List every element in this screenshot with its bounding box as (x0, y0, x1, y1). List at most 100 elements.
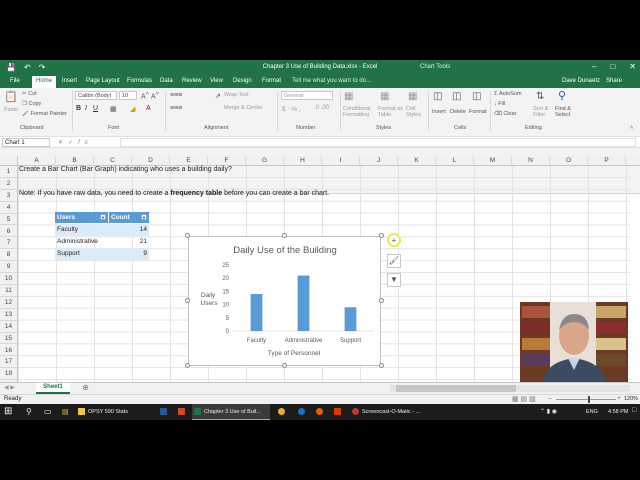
select-all-button[interactable] (0, 156, 18, 166)
table-header-users[interactable]: Users ▼ (55, 212, 108, 223)
row-header[interactable]: 5 (0, 214, 17, 226)
cell-styles-icon[interactable]: ▦ (408, 91, 417, 102)
column-header[interactable]: P (588, 157, 626, 164)
row-header[interactable]: 11 (0, 285, 17, 297)
column-header[interactable]: N (512, 157, 550, 164)
minimize-icon[interactable]: – (592, 62, 596, 71)
row-header[interactable]: 2 (0, 178, 17, 190)
format-as-table-button[interactable]: Format as Table (378, 106, 404, 118)
zoom-in-icon[interactable]: + (617, 395, 621, 402)
insert-cells-button[interactable]: Insert (432, 109, 446, 115)
taskbar-screencast[interactable]: Screencast-O-Matic - ... (350, 404, 428, 420)
conditional-formatting-icon[interactable]: ▦ (344, 91, 353, 102)
clear-button[interactable]: ⌫ Clear (494, 111, 516, 117)
chart-styles-button[interactable]: 🖌 (387, 254, 401, 268)
table-cell-user[interactable]: Faculty (55, 224, 108, 236)
user-name[interactable]: Dave Dunaetz (562, 78, 600, 84)
chrome-icon[interactable] (278, 408, 285, 415)
search-icon[interactable]: ⚲ (26, 407, 32, 416)
paste-button[interactable]: Paste (4, 107, 18, 113)
zoom-slider[interactable] (556, 396, 616, 403)
chart-filters-button[interactable]: ▼ (387, 273, 401, 287)
resize-handle[interactable] (379, 298, 384, 303)
language-indicator[interactable]: ENG (586, 409, 598, 415)
sheet-tab-sheet1[interactable]: Sheet1 (36, 383, 70, 394)
row-header[interactable]: 10 (0, 273, 17, 285)
row-header[interactable]: 14 (0, 321, 17, 333)
resize-handle[interactable] (282, 363, 287, 368)
cell-a1[interactable]: Create a Bar Chart (Bar Graph) indicatin… (19, 166, 232, 173)
y-axis-title[interactable]: Daily Users (201, 292, 219, 307)
tab-home[interactable]: Home (32, 76, 57, 88)
currency-icon[interactable]: $ ⋅ % , (282, 105, 301, 113)
file-explorer-icon[interactable]: ▤ (62, 408, 69, 416)
taskbar-folder[interactable]: OPSY 590 Stats (76, 404, 154, 420)
row-header[interactable]: 15 (0, 333, 17, 345)
row-header[interactable]: 1 (0, 166, 17, 178)
paste-icon[interactable]: 📋 (4, 90, 18, 103)
cell-styles-button[interactable]: Cell Styles (406, 106, 426, 118)
tab-formulas[interactable]: Formulas (127, 78, 152, 84)
shrink-font-button[interactable]: A˅ (151, 91, 159, 100)
zoom-out-icon[interactable]: – (548, 395, 552, 402)
row-header[interactable]: 13 (0, 309, 17, 321)
bar[interactable] (297, 275, 310, 331)
view-buttons[interactable]: ▦ ▤ ▧ (512, 395, 536, 403)
font-size-select[interactable]: 10 (119, 91, 137, 100)
row-header[interactable]: 9 (0, 261, 17, 274)
horizontal-scrollbar[interactable] (390, 385, 630, 392)
cancel-icon[interactable]: ✕ (58, 140, 68, 146)
cell-a3[interactable]: Note: If you have raw data, you need to … (19, 190, 329, 197)
align-top-icon[interactable]: ≡≡≡ (170, 92, 182, 99)
close-icon[interactable]: ✕ (629, 62, 636, 71)
formula-input[interactable] (120, 138, 636, 147)
delete-cells-button[interactable]: Delete (450, 109, 466, 115)
table-cell-user[interactable]: Support (55, 248, 108, 260)
row-header[interactable]: 3 (0, 190, 17, 202)
table-cell-count[interactable]: 21 (108, 236, 149, 248)
filter-dropdown-icon[interactable]: ▼ (100, 214, 106, 220)
bar[interactable] (344, 307, 357, 331)
row-header[interactable]: 17 (0, 356, 17, 369)
autosum-button[interactable]: Σ AutoSum (494, 91, 522, 97)
column-header[interactable]: J (360, 157, 398, 164)
grow-font-button[interactable]: A˄ (141, 91, 149, 100)
share-button[interactable]: Share (606, 78, 622, 84)
align-left-icon[interactable]: ≡≡≡ (170, 105, 182, 112)
row-header[interactable]: 18 (0, 368, 17, 381)
cut-button[interactable]: ✂ Cut (22, 91, 37, 97)
fill-color-icon[interactable]: ◢ (130, 105, 135, 113)
chart-title[interactable]: Daily Use of the Building (233, 245, 337, 256)
column-header[interactable]: H (284, 157, 322, 164)
column-header[interactable]: C (94, 157, 132, 164)
decimal-icon[interactable]: .0 .00 (314, 105, 329, 111)
sort-filter-button[interactable]: Sort & Filter (533, 106, 553, 118)
table-cell-user[interactable]: Administrative (55, 236, 108, 248)
name-box[interactable]: Chart 1 (2, 138, 50, 147)
tab-view[interactable]: View (210, 78, 223, 84)
row-header[interactable]: 16 (0, 345, 17, 357)
filter-dropdown-icon[interactable]: ▼ (141, 214, 147, 220)
row-header[interactable]: 8 (0, 249, 17, 262)
find-select-icon[interactable]: ⚲ (558, 89, 566, 102)
collapse-ribbon-icon[interactable]: ˄ (630, 125, 633, 131)
sheet-nav-icon[interactable]: ◀ ▶ (4, 384, 15, 391)
font-color-icon[interactable]: A (146, 105, 151, 112)
x-axis-title[interactable]: Type of Personnel (268, 350, 321, 357)
taskbar-excel[interactable]: Chapter 3 Use of Buil... (192, 404, 270, 420)
tab-page-layout[interactable]: Page Layout (86, 78, 120, 84)
format-cells-icon[interactable]: ◫ (472, 91, 481, 102)
resize-handle[interactable] (185, 233, 190, 238)
start-icon[interactable]: ⊞ (4, 406, 12, 417)
tab-review[interactable]: Review (182, 78, 202, 84)
row-header[interactable]: 4 (0, 202, 17, 214)
bar[interactable] (250, 294, 263, 331)
column-header[interactable]: I (322, 157, 360, 164)
chart-elements-button[interactable]: + (387, 233, 401, 247)
number-format-select[interactable]: General (281, 91, 333, 100)
column-header[interactable]: K (398, 157, 436, 164)
tab-format[interactable]: Format (262, 78, 281, 84)
column-header[interactable]: M (474, 157, 512, 164)
fx-icon[interactable]: fx (78, 140, 93, 146)
table-header-count[interactable]: Count ▼ (108, 212, 149, 223)
